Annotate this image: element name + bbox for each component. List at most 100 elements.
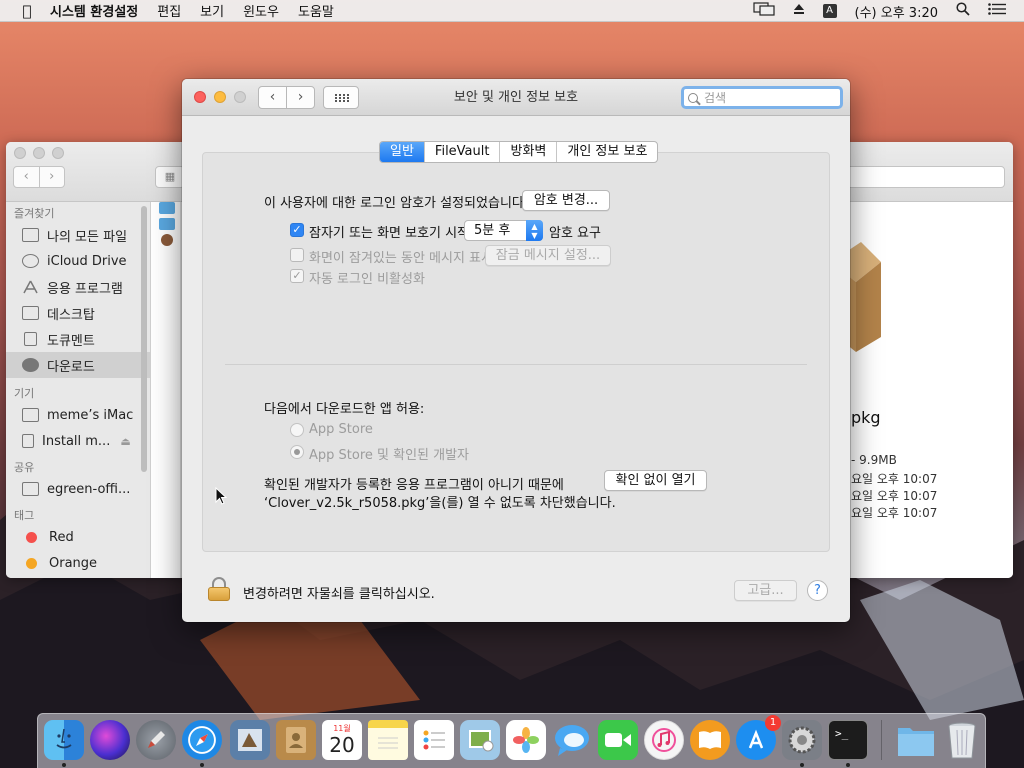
back-button[interactable]: ‹ <box>259 87 287 108</box>
downloads-stack-icon[interactable] <box>896 720 936 760</box>
reminders-icon[interactable] <box>414 720 454 760</box>
chevron-updown-icon: ▲ ▼ <box>526 220 543 241</box>
finder-minimize-button[interactable] <box>33 147 45 159</box>
sidebar-item-all-files[interactable]: 나의 모든 파일 <box>6 222 150 248</box>
finder-search-input[interactable] <box>835 166 1005 188</box>
finder-back-button[interactable]: ‹ <box>14 167 40 187</box>
tab-firewall[interactable]: 방화벽 <box>499 142 556 162</box>
all-files-icon <box>22 228 39 242</box>
app-store-radio[interactable] <box>290 423 304 437</box>
file-icon[interactable] <box>161 234 173 246</box>
require-password-label: 잠자기 또는 화면 보호기 시작 <box>309 226 470 241</box>
finder-zoom-button[interactable] <box>52 147 64 159</box>
advanced-button[interactable]: 고급... <box>734 580 797 601</box>
help-button[interactable]: ? <box>807 580 828 601</box>
system-preferences-icon[interactable] <box>782 720 822 760</box>
messages-icon[interactable] <box>552 720 592 760</box>
tab-general[interactable]: 일반 <box>380 142 424 162</box>
launchpad-icon[interactable] <box>136 720 176 760</box>
menu-window[interactable]: 윈도우 <box>243 1 279 20</box>
sidebar-item-tag-red[interactable]: Red <box>6 524 150 550</box>
calendar-day: 20 <box>329 733 355 757</box>
forward-button[interactable]: › <box>287 87 314 108</box>
sidebar-item-shared-server[interactable]: egreen-offi... <box>6 476 150 502</box>
folder-icon[interactable] <box>159 202 175 214</box>
sidebar-section-favorites: 즐겨찾기 <box>14 207 55 220</box>
app-store-identified-radio[interactable] <box>290 445 304 459</box>
apple-icon[interactable]:  <box>18 2 36 20</box>
set-lock-message-button[interactable]: 잠금 메시지 설정... <box>485 245 611 266</box>
close-button[interactable] <box>194 91 206 103</box>
sidebar-item-downloads[interactable]: 다운로드 <box>6 352 150 378</box>
preview-created-date: 요일 오후 10:07 <box>851 472 938 486</box>
folder-icon[interactable] <box>159 218 175 230</box>
input-source-icon[interactable]: A <box>822 4 837 18</box>
finder-view-button[interactable]: ▦ <box>155 166 185 188</box>
tab-privacy[interactable]: 개인 정보 보호 <box>556 142 657 162</box>
sidebar-item-install-volume[interactable]: Install m... ⏏ <box>6 428 150 454</box>
facetime-icon[interactable] <box>598 720 638 760</box>
sidebar-section-tags: 태그 <box>14 509 35 522</box>
contacts-icon[interactable] <box>276 720 316 760</box>
disable-auto-login-checkbox[interactable]: ✓ <box>290 269 304 283</box>
siri-icon[interactable] <box>90 720 130 760</box>
menu-help[interactable]: 도움말 <box>298 1 334 20</box>
sidebar-item-imac[interactable]: meme’s iMac <box>6 402 150 428</box>
finder-icon[interactable] <box>44 720 84 760</box>
spotlight-icon[interactable] <box>956 2 970 20</box>
terminal-icon[interactable]: >_ <box>828 720 868 760</box>
safari-icon[interactable] <box>182 720 222 760</box>
notes-icon[interactable] <box>368 720 408 760</box>
menu-view[interactable]: 보기 <box>200 1 224 20</box>
ibooks-icon[interactable] <box>690 720 730 760</box>
change-password-button[interactable]: 암호 변경... <box>522 190 610 211</box>
dock-separator <box>881 720 882 760</box>
require-password-checkbox[interactable]: ✓ <box>290 223 304 237</box>
finder-forward-button[interactable]: › <box>40 167 65 187</box>
sidebar-item-icloud[interactable]: iCloud Drive <box>6 248 150 274</box>
menu-edit[interactable]: 편집 <box>157 1 181 20</box>
sidebar-scrollbar[interactable] <box>141 202 149 472</box>
app-store-icon[interactable]: 1 <box>736 715 781 760</box>
search-field[interactable]: 검색 <box>681 86 843 109</box>
eject-icon[interactable]: ⏏ <box>120 435 130 448</box>
disable-auto-login-label: 자동 로그인 비활성화 <box>309 272 425 287</box>
prefs-titlebar: 보안 및 개인 정보 보호 ‹ › 검색 <box>182 79 850 116</box>
show-all-button[interactable] <box>323 86 359 109</box>
sidebar-item-documents[interactable]: 도큐멘트 <box>6 326 150 352</box>
minimize-button[interactable] <box>214 91 226 103</box>
lock-icon[interactable] <box>207 577 231 601</box>
display-mirroring-icon[interactable] <box>752 2 775 20</box>
network-computer-icon <box>22 482 39 496</box>
password-delay-select[interactable]: 5분 후 ▲ ▼ <box>464 220 543 241</box>
itunes-icon[interactable] <box>644 720 684 760</box>
notification-center-icon[interactable] <box>988 3 1006 19</box>
eject-icon[interactable] <box>793 3 805 19</box>
menu-app-name[interactable]: 시스템 환경설정 <box>50 1 138 20</box>
finder-file-list[interactable] <box>151 202 181 578</box>
finder-preview-pane: pkg - 9.9MB 요일 오후 10:07 요일 오후 10:07 요일 오… <box>831 202 1013 578</box>
photo-booth-icon[interactable] <box>460 720 500 760</box>
photos-icon[interactable] <box>506 720 546 760</box>
trash-icon[interactable] <box>942 720 982 760</box>
password-status-text: 이 사용자에 대한 로그인 암호가 설정되었습니다. <box>264 196 528 211</box>
calendar-icon[interactable]: 11월 20 <box>322 720 362 760</box>
imac-icon <box>22 408 39 422</box>
sidebar-item-applications[interactable]: 응용 프로그램 <box>6 274 150 300</box>
security-privacy-window[interactable]: 보안 및 개인 정보 보호 ‹ › 검색 일반 FileVault 방화벽 개인… <box>182 79 850 622</box>
sidebar-item-label: 나의 모든 파일 <box>47 229 128 245</box>
app-store-identified-radio-label: App Store 및 확인된 개발자 <box>309 448 470 463</box>
sidebar-item-tag-orange[interactable]: Orange <box>6 550 150 576</box>
open-anyway-button[interactable]: 확인 없이 열기 <box>604 470 707 491</box>
finder-close-button[interactable] <box>14 147 26 159</box>
preview-icon[interactable] <box>230 720 270 760</box>
show-message-checkbox[interactable] <box>290 248 304 262</box>
sidebar-item-desktop[interactable]: 데스크탑 <box>6 300 150 326</box>
sidebar-item-label: Orange <box>49 555 98 571</box>
running-indicator <box>800 763 804 767</box>
tab-filevault[interactable]: FileVault <box>423 142 500 162</box>
zoom-button[interactable] <box>234 91 246 103</box>
sidebar-item-label: egreen-offi... <box>47 481 131 497</box>
running-indicator <box>200 763 204 767</box>
clock[interactable]: (수) 오후 3:20 <box>855 2 938 21</box>
